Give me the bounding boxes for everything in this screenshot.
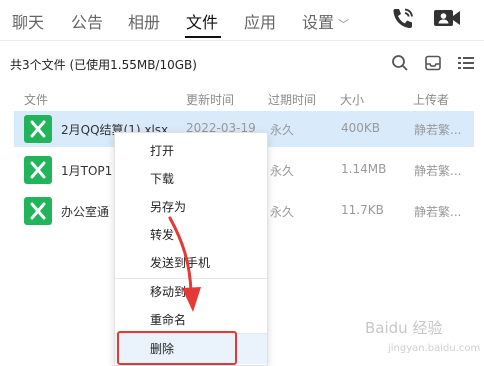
annotation-arrow: [168, 216, 201, 312]
watermark-url: jingyan.baidu.com: [388, 343, 481, 354]
annotation-highlight-box: [117, 331, 237, 365]
watermark-logo: Baidu 经验: [365, 319, 443, 337]
